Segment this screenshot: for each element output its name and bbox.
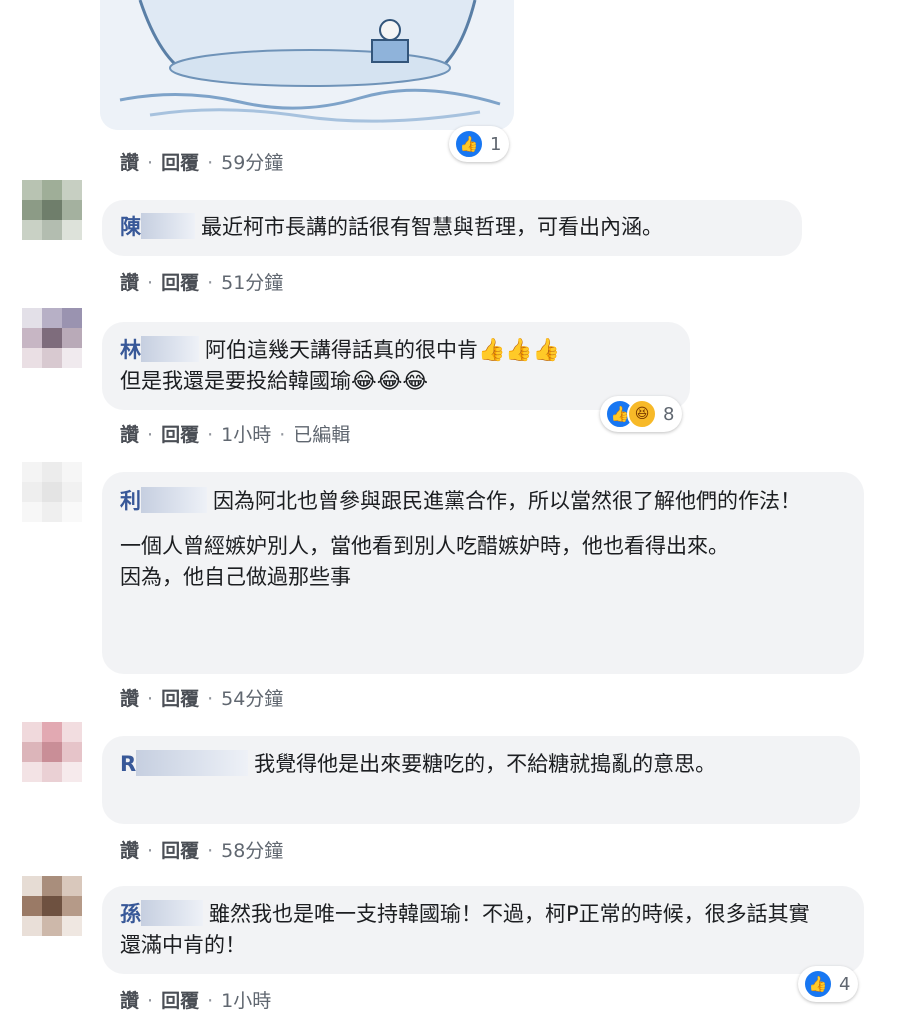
comment-actions: 讚 · 回覆 · 1小時 · 已編輯: [120, 424, 351, 446]
comment-text: 一個人曾經嫉妒別人，當他看到別人吃醋嫉妒時，他也看得出來。: [120, 534, 729, 558]
reply-link[interactable]: 回覆: [161, 688, 199, 710]
reply-link[interactable]: 回覆: [161, 990, 199, 1012]
reaction-count: 8: [663, 403, 675, 425]
reply-link[interactable]: 回覆: [161, 424, 199, 446]
comment-bubble: 利 因為阿北也曾參與跟民進黨合作，所以當然很了解他們的作法！ 一個人曾經嫉妒別人，…: [102, 472, 864, 674]
cartoon-illustration: [100, 0, 514, 130]
comment-text: 我覺得他是出來要糖吃的，不給糖就搗亂的意思。: [254, 752, 717, 776]
comment-text: 但是我還是要投給韓國瑜: [120, 369, 351, 393]
blurred-name: [141, 336, 199, 362]
commenter-name[interactable]: 孫: [120, 902, 141, 926]
comment-text: 雖然我也是唯一支持韓國瑜！不過，柯P正常的時候，很多話其實還滿中肯的！: [120, 902, 810, 957]
blurred-name: [141, 487, 207, 513]
thumbs-up-emoji: 👍👍👍: [478, 338, 561, 363]
like-icon: 👍: [454, 129, 484, 159]
like-link[interactable]: 讚: [120, 840, 139, 862]
avatar[interactable]: [22, 876, 82, 936]
avatar[interactable]: [22, 722, 82, 782]
avatar[interactable]: [22, 180, 82, 240]
blurred-name: [141, 900, 203, 926]
timestamp[interactable]: 58分鐘: [221, 840, 283, 862]
reply-link[interactable]: 回覆: [161, 840, 199, 862]
comment-text: 因為，他自己做過那些事: [120, 565, 351, 589]
commenter-name[interactable]: R: [120, 752, 136, 776]
comment-actions: 讚 · 回覆 · 1小時: [120, 990, 272, 1012]
reaction-count: 1: [490, 133, 502, 155]
like-link[interactable]: 讚: [120, 152, 139, 174]
timestamp[interactable]: 51分鐘: [221, 272, 283, 294]
avatar[interactable]: [22, 308, 82, 368]
comment-bubble: 孫雖然我也是唯一支持韓國瑜！不過，柯P正常的時候，很多話其實還滿中肯的！: [102, 886, 864, 974]
haha-icon: 😆: [627, 399, 657, 429]
timestamp[interactable]: 1小時: [221, 424, 271, 446]
comment-bubble: 林 阿伯這幾天講得話真的很中肯👍👍👍 但是我還是要投給韓國瑜😂😂😂: [102, 322, 690, 410]
like-link[interactable]: 讚: [120, 990, 139, 1012]
reaction-summary[interactable]: 👍 😆 8: [600, 396, 683, 432]
avatar[interactable]: [22, 462, 82, 522]
commenter-name[interactable]: 林: [120, 338, 141, 362]
reaction-summary[interactable]: 👍 1: [449, 126, 510, 162]
reaction-summary[interactable]: 👍 4: [798, 966, 859, 1002]
reply-link[interactable]: 回覆: [161, 152, 199, 174]
comment-text: 因為阿北也曾參與跟民進黨合作，所以當然很了解他們的作法！: [213, 489, 801, 513]
like-link[interactable]: 讚: [120, 272, 139, 294]
comment-actions: 讚 · 回覆 · 54分鐘: [120, 688, 284, 710]
comment-text: 最近柯市長講的話很有智慧與哲理，可看出內涵。: [201, 215, 663, 239]
comment-text: 阿伯這幾天講得話真的很中肯: [205, 338, 478, 362]
comment-image[interactable]: [100, 0, 514, 130]
blurred-name: [136, 750, 249, 776]
comment-actions: 讚 · 回覆 · 58分鐘: [120, 840, 284, 862]
comment-actions: 讚 · 回覆 · 51分鐘: [120, 272, 284, 294]
edited-label[interactable]: 已編輯: [293, 424, 350, 446]
timestamp[interactable]: 59分鐘: [221, 152, 283, 174]
like-link[interactable]: 讚: [120, 688, 139, 710]
comment-bubble: R 我覺得他是出來要糖吃的，不給糖就搗亂的意思。: [102, 736, 860, 824]
tears-of-joy-emoji: 😂😂😂: [351, 369, 429, 394]
comment-actions: 讚 · 回覆 · 59分鐘: [120, 152, 284, 174]
comment-bubble: 陳 最近柯市長講的話很有智慧與哲理，可看出內涵。: [102, 200, 802, 256]
blurred-name: [141, 213, 195, 239]
like-link[interactable]: 讚: [120, 424, 139, 446]
timestamp[interactable]: 1小時: [221, 990, 271, 1012]
commenter-name[interactable]: 陳: [120, 215, 141, 239]
timestamp[interactable]: 54分鐘: [221, 688, 283, 710]
like-icon: 👍: [803, 969, 833, 999]
reply-link[interactable]: 回覆: [161, 272, 199, 294]
commenter-name[interactable]: 利: [120, 489, 141, 513]
reaction-count: 4: [839, 973, 851, 995]
